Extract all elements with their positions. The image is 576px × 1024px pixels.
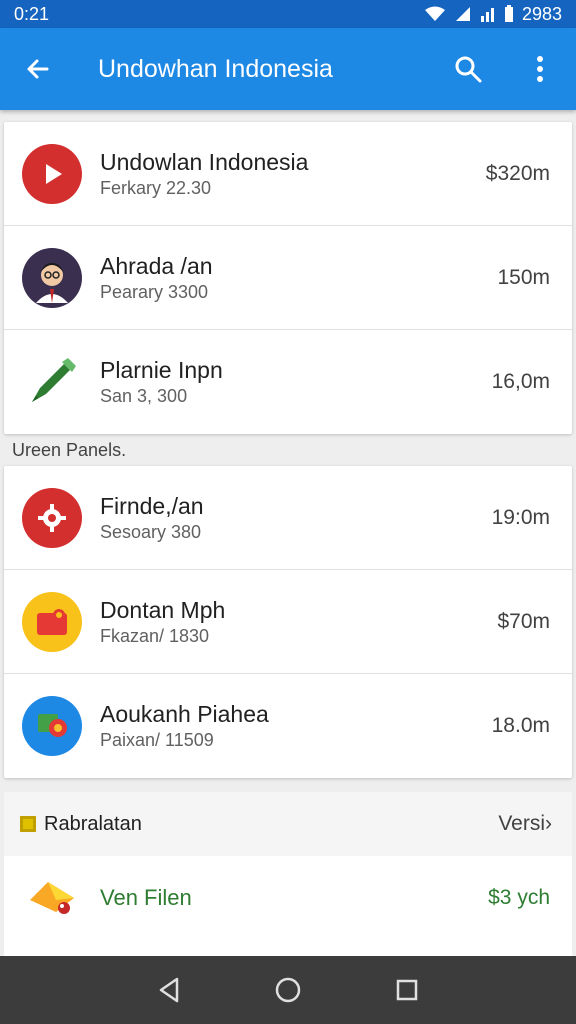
nav-back-button[interactable]: [147, 968, 191, 1012]
item-name: Plarnie Inpn: [100, 357, 223, 383]
list-item[interactable]: Dontan Mph Fkazan/ 1830 $70m: [4, 570, 572, 674]
list-item[interactable]: Ven Filen $3 ych: [4, 856, 572, 940]
item-subtitle: Sesoary 380: [100, 521, 202, 542]
list-item[interactable]: Ahrada /an Pearary 3300 150m: [4, 226, 572, 330]
item-price: $3 ych: [488, 886, 550, 909]
list-item[interactable]: Aoukanh Piahea Paixan/ 11509 18.0m: [4, 674, 572, 778]
item-size: 16,0m: [491, 370, 550, 393]
gear-icon: [22, 487, 82, 548]
item-subtitle: Paixan/ 11509: [100, 730, 214, 750]
signal-bars-icon: [480, 8, 494, 22]
back-button[interactable]: [0, 28, 76, 110]
more-vert-icon: [537, 56, 543, 82]
item-size: $320m: [485, 161, 550, 185]
status-clock: 2983: [521, 3, 562, 24]
item-subtitle: Ferkary 22.30: [100, 177, 212, 198]
wifi-icon: [424, 6, 445, 21]
nav-recents-button[interactable]: [385, 968, 429, 1012]
item-name: Ven Filen: [100, 885, 192, 910]
app-list-card-2: Firnde,/an Sesoary 380 19:0m Dontan Mph …: [4, 466, 572, 778]
item-name: Undowlan Indonesia: [100, 148, 309, 175]
list-item[interactable]: Undowlan Indonesia Ferkary 22.30 $320m: [4, 122, 572, 226]
nav-recents-icon: [396, 979, 417, 1001]
search-icon: [455, 56, 482, 83]
folder-icon: [22, 591, 82, 652]
item-name: Dontan Mph: [100, 596, 226, 623]
nav-home-button[interactable]: [266, 968, 310, 1012]
overflow-menu-button[interactable]: [504, 28, 576, 110]
nav-back-icon: [160, 977, 179, 1003]
signal-icon: [455, 7, 470, 21]
list-item[interactable]: Plarnie Inpn San 3, 300 16,0m: [4, 330, 572, 434]
version-link[interactable]: Versi›: [498, 812, 552, 836]
battery-icon: [504, 5, 513, 22]
status-time: 0:21: [14, 3, 50, 24]
list-item[interactable]: Firnde,/an Sesoary 380 19:0m: [4, 466, 572, 570]
item-size: 18.0m: [491, 714, 550, 737]
item-size: 150m: [497, 265, 550, 289]
arrow-left-icon: [27, 59, 49, 79]
item-name: Ahrada /an: [100, 252, 213, 279]
nav-home-icon: [275, 977, 301, 1003]
avatar-icon: [22, 247, 82, 308]
bottom-card-header: Rabralatan Versi›: [4, 792, 572, 856]
bottom-card: Rabralatan Versi› Ven Filen $3 ych: [4, 792, 572, 962]
status-icons: 2983: [424, 4, 562, 25]
navigation-bar: [0, 956, 576, 1024]
item-subtitle: San 3, 300: [100, 386, 188, 406]
item-subtitle: Fkazan/ 1830: [100, 625, 210, 646]
bottom-header-label: Rabralatan: [44, 812, 142, 835]
play-icon: [22, 143, 82, 204]
item-subtitle: Pearary 3300: [100, 281, 209, 302]
status-bar: 0:21 2983: [0, 0, 576, 28]
app-bar: Undowhan Indonesia: [0, 28, 576, 110]
item-name: Firnde,/an: [100, 492, 204, 519]
search-button[interactable]: [432, 28, 504, 110]
app-icon: [22, 696, 82, 756]
item-size: 19:0m: [491, 505, 550, 529]
pen-icon: [32, 358, 76, 402]
flag-icon: [20, 816, 36, 832]
item-name: Aoukanh Piahea: [100, 701, 269, 727]
bird-icon: [30, 882, 74, 914]
app-list-card-1: Undowlan Indonesia Ferkary 22.30 $320m A…: [4, 122, 572, 434]
item-size: $70m: [497, 609, 550, 633]
section-label: Ureen Panels.: [12, 440, 127, 460]
page-title: Undowhan Indonesia: [98, 54, 333, 83]
